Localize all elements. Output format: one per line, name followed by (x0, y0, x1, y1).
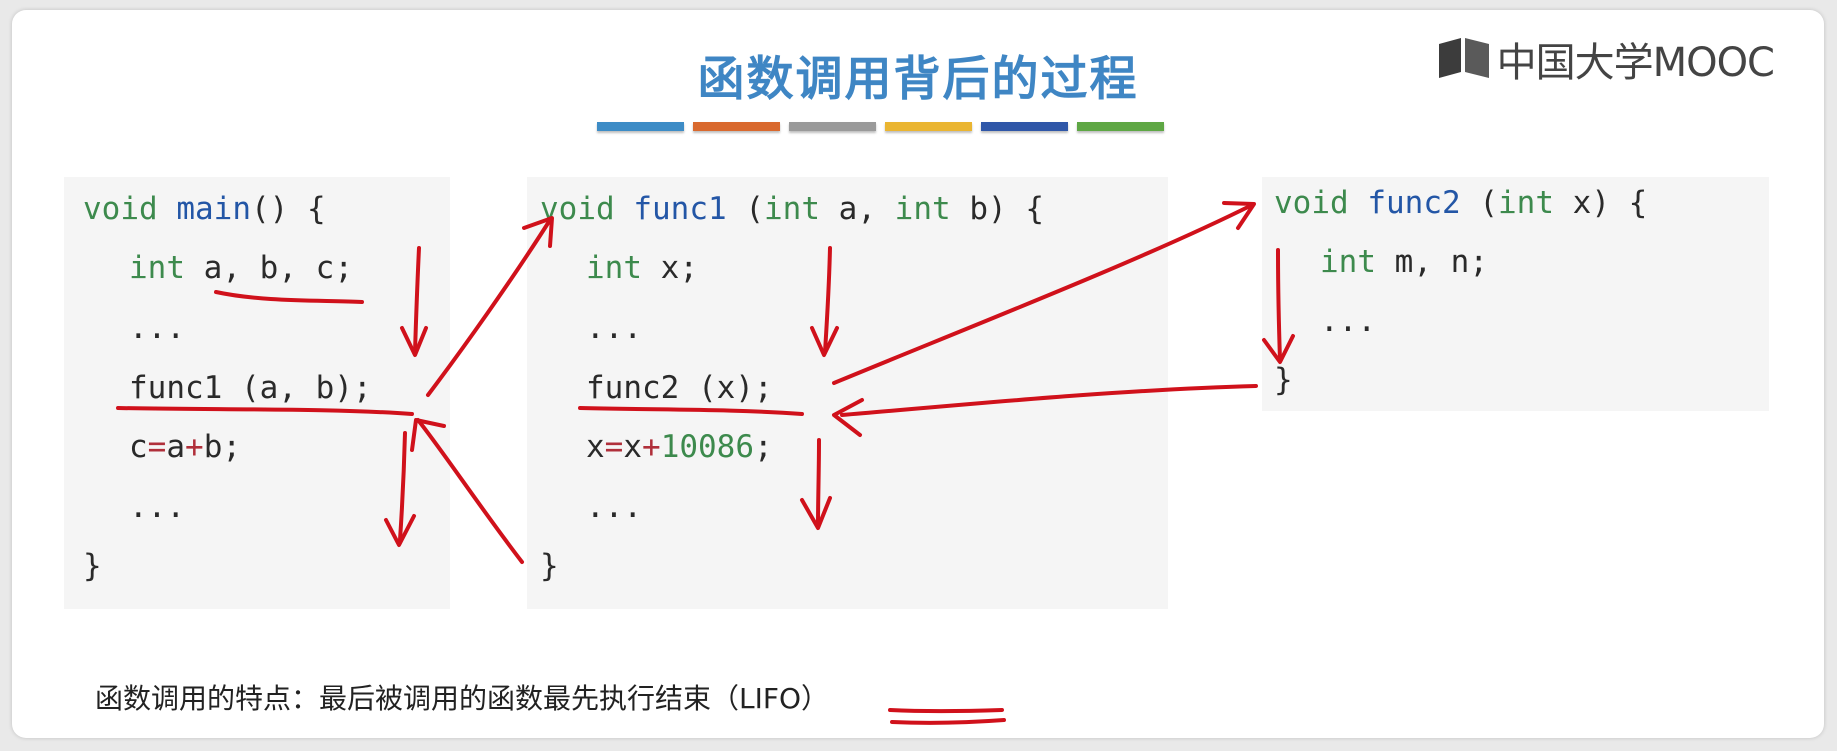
main-line-4: func1 (a, b); (129, 370, 372, 406)
underline-lifo-1 (888, 708, 1004, 714)
func1-line-6: ... (586, 489, 642, 525)
underline-lifo-2 (890, 718, 1006, 725)
slide: 函数调用背后的过程 中国大学MOOC void main() { int a, … (12, 10, 1824, 738)
arrow-func1-to-func2-head (1222, 201, 1256, 230)
main-line-1: void main() { (83, 191, 326, 227)
accent-bar-1 (597, 122, 684, 131)
title-accent-bars (597, 122, 1164, 131)
mooc-logo: 中国大学MOOC (1435, 30, 1775, 88)
book-icon (1435, 34, 1493, 84)
accent-bar-2 (693, 122, 780, 131)
func2-line-1: void func2 (int x) { (1274, 185, 1648, 221)
func1-line-5: x=x+10086; (586, 429, 773, 465)
func1-line-3: ... (586, 310, 642, 346)
caption: 函数调用的特点：最后被调用的函数最先执行结束（LIFO） (95, 682, 830, 715)
func2-line-3: ... (1320, 303, 1376, 339)
main-line-2: int a, b, c; (129, 250, 353, 286)
main-line-3: ... (129, 310, 185, 346)
func1-line-4: func2 (x); (586, 370, 773, 406)
main-line-6: ... (129, 489, 185, 525)
logo-text: 中国大学MOOC (1496, 40, 1775, 86)
caption-lifo: LIFO (739, 682, 802, 715)
func2-line-4: } (1274, 362, 1293, 398)
accent-bar-6 (1077, 122, 1164, 131)
accent-bar-5 (981, 122, 1068, 131)
accent-bar-3 (789, 122, 876, 131)
main-line-5: c=a+b; (129, 429, 242, 465)
func1-line-1: void func1 (int a, int b) { (540, 191, 1044, 227)
func1-line-7: } (540, 548, 559, 584)
func1-line-2: int x; (586, 250, 698, 286)
accent-bar-4 (885, 122, 972, 131)
main-line-7: } (83, 548, 102, 584)
func2-line-2: int m, n; (1320, 244, 1488, 280)
